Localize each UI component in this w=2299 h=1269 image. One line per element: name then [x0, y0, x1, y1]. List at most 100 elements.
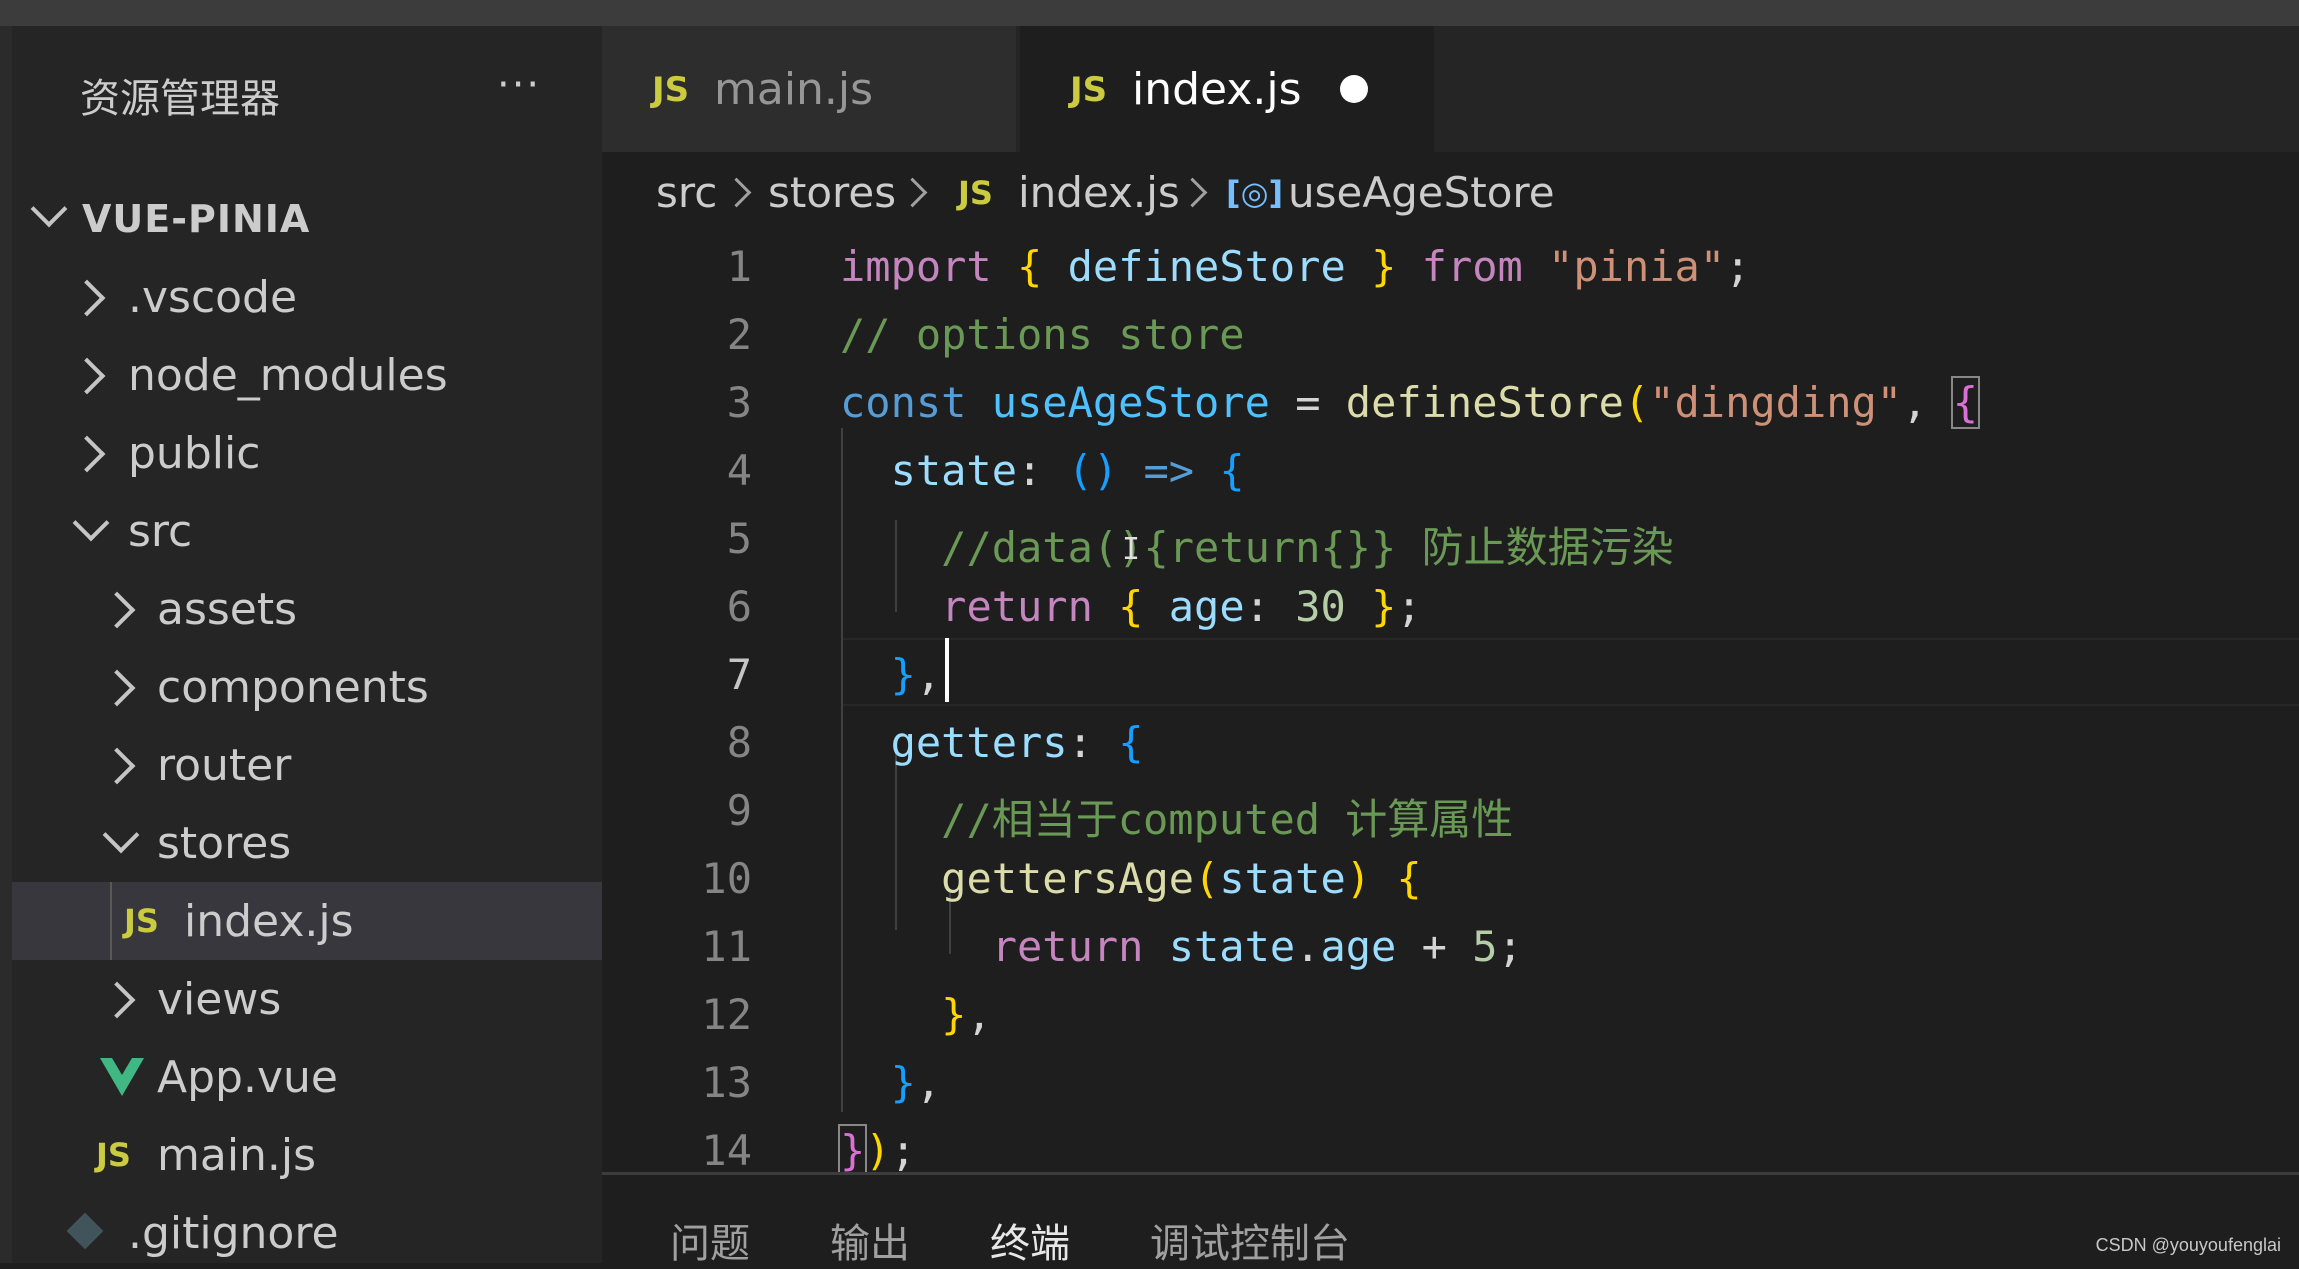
chevron-right-icon: [98, 669, 136, 707]
folder-components[interactable]: components: [12, 648, 602, 726]
file-gitignore[interactable]: .gitignore: [12, 1194, 602, 1263]
unsaved-dot-icon[interactable]: [1340, 75, 1368, 103]
chevron-right-icon: [98, 981, 136, 1019]
token: }: [941, 990, 967, 1039]
token: useAgeStore: [991, 378, 1270, 427]
token: :: [1017, 446, 1043, 495]
javascript-file-icon: JS: [96, 1136, 131, 1174]
chevron-right-icon: [1177, 177, 1208, 208]
token: from: [1421, 242, 1523, 291]
token: }: [890, 1058, 916, 1107]
token: {: [1118, 718, 1144, 767]
code-line-8: getters: {: [840, 718, 1144, 767]
token: =: [1295, 378, 1321, 427]
chevron-right-icon: [68, 357, 106, 395]
token: }: [1371, 582, 1397, 631]
folder-label: public: [128, 427, 261, 479]
token: {: [1396, 854, 1422, 903]
folder-src[interactable]: src: [12, 492, 602, 570]
folder-vue-pinia[interactable]: VUE-PINIA: [12, 180, 602, 258]
token: age: [1168, 582, 1245, 631]
javascript-file-icon: JS: [958, 174, 993, 212]
folder-stores[interactable]: stores: [12, 804, 602, 882]
breadcrumb-src[interactable]: src: [656, 168, 717, 217]
token: 30: [1295, 582, 1346, 631]
tab-output[interactable]: 输出: [830, 1211, 910, 1269]
code-line-4: state: () => {: [840, 446, 1245, 495]
token: =>: [1143, 446, 1195, 495]
code-line-9: //相当于computed 计算属性: [840, 786, 1513, 847]
token: 5: [1472, 922, 1498, 971]
token: return: [941, 582, 1093, 631]
token: (: [1194, 854, 1220, 903]
javascript-file-icon: JS: [652, 70, 690, 110]
code-line-7: },: [840, 650, 942, 699]
chevron-right-icon: [721, 177, 752, 208]
watermark: CSDN @youyoufenglai: [2095, 1235, 2281, 1255]
token: defineStore: [1345, 378, 1624, 427]
folder-label: VUE-PINIA: [82, 197, 311, 241]
javascript-file-icon: JS: [124, 902, 159, 940]
token: (): [1067, 446, 1119, 495]
chevron-right-icon: [98, 591, 136, 629]
line-number: 2: [726, 310, 752, 359]
line-number: 13: [701, 1058, 752, 1107]
file-main-js[interactable]: JS main.js: [12, 1116, 602, 1194]
token: ,: [915, 1058, 942, 1107]
code-line-2: // options store: [840, 310, 1245, 359]
token: //相当于computed 计算属性: [941, 795, 1514, 844]
code-line-14: });: [837, 1124, 916, 1172]
breadcrumb-symbol[interactable]: useAgeStore: [1288, 168, 1555, 217]
token: ;: [890, 1126, 916, 1172]
file-label: .gitignore: [128, 1207, 339, 1259]
token: {: [1118, 582, 1144, 631]
token: ,: [1902, 378, 1928, 427]
token: ;: [1396, 582, 1422, 631]
folder-vscode[interactable]: .vscode: [12, 258, 602, 336]
line-number: 12: [701, 990, 752, 1039]
breadcrumb-stores[interactable]: stores: [768, 168, 896, 217]
line-number: 14: [701, 1126, 752, 1172]
breadcrumb-file[interactable]: index.js: [1018, 168, 1180, 217]
tab-debug-console[interactable]: 调试控制台: [1150, 1211, 1350, 1269]
chevron-right-icon: [68, 279, 106, 317]
folder-assets[interactable]: assets: [12, 570, 602, 648]
line-number: 11: [701, 922, 752, 971]
folder-router[interactable]: router: [12, 726, 602, 804]
token: "dingding": [1649, 378, 1903, 427]
file-label: index.js: [184, 895, 354, 947]
bottom-panel: 问题 输出 终端 调试控制台 CSDN @youyoufenglai: [602, 1172, 2299, 1269]
token: :: [1244, 582, 1270, 631]
token: defineStore: [1067, 242, 1346, 291]
more-actions-icon[interactable]: ···: [497, 62, 541, 108]
tab-index-js[interactable]: JS index.js: [1020, 26, 1434, 152]
token: gettersAge: [941, 854, 1195, 903]
token: :: [1067, 718, 1093, 767]
mouse-ibeam-cursor-icon: I: [1122, 532, 1141, 567]
tab-main-js[interactable]: JS main.js: [602, 26, 1016, 152]
file-index-js[interactable]: JS index.js: [12, 882, 602, 960]
code-line-1: import { defineStore } from "pinia";: [840, 242, 1750, 291]
code-editor[interactable]: 1 2 3 4 5 6 7 8 9 10 11 12 13 14 import …: [602, 232, 2299, 1172]
file-app-vue[interactable]: App.vue: [12, 1038, 602, 1116]
folder-label: .vscode: [128, 271, 298, 323]
line-number: 7: [726, 650, 752, 699]
folder-public[interactable]: public: [12, 414, 602, 492]
file-label: App.vue: [157, 1051, 338, 1103]
tab-problems[interactable]: 问题: [670, 1211, 750, 1269]
token: }: [1371, 242, 1397, 291]
line-number: 4: [726, 446, 752, 495]
tab-terminal[interactable]: 终端: [990, 1211, 1070, 1269]
file-label: main.js: [157, 1129, 317, 1181]
folder-node-modules[interactable]: node_modules: [12, 336, 602, 414]
explorer-sidebar: 资源管理器 ··· VUE-PINIA .vscode node_modules…: [12, 26, 602, 1263]
git-file-icon: [66, 1212, 104, 1250]
folder-label: stores: [157, 817, 292, 869]
folder-views[interactable]: views: [12, 960, 602, 1038]
line-number: 5: [726, 514, 752, 563]
javascript-file-icon: JS: [1070, 70, 1108, 110]
code-line-3: const useAgeStore = defineStore("dingdin…: [840, 376, 1981, 429]
code-line-11: return state.age + 5;: [840, 922, 1523, 971]
token: ): [1345, 854, 1372, 903]
explorer-title: 资源管理器: [80, 76, 280, 122]
